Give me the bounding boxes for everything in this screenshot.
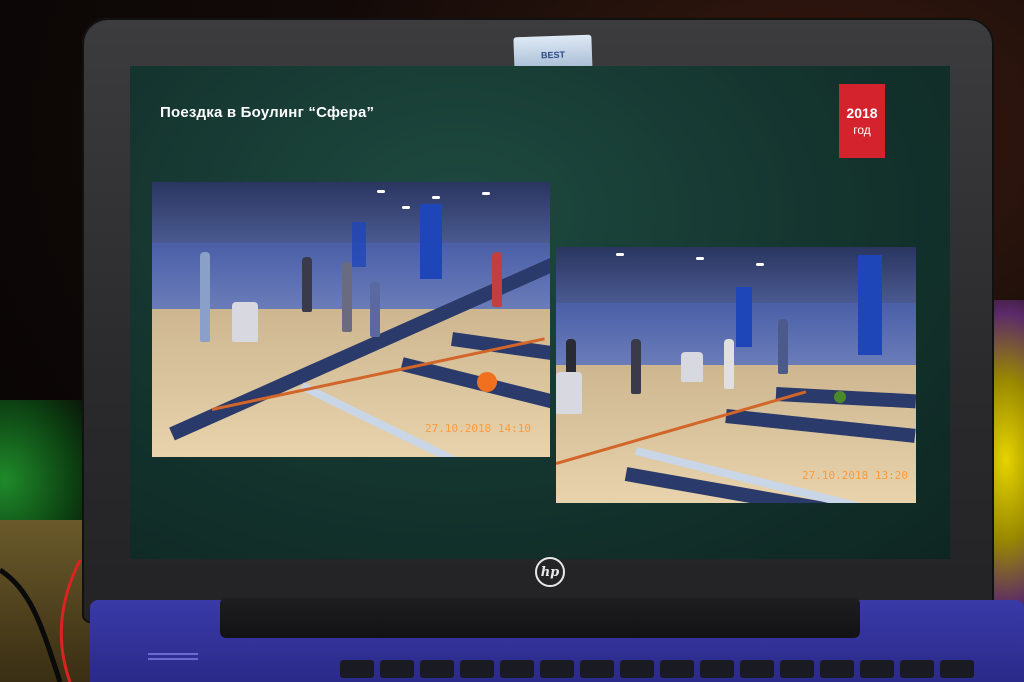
- person: [370, 282, 380, 337]
- photo-timestamp: 27.10.2018 14:10: [425, 422, 531, 435]
- keyboard-key: [700, 660, 734, 678]
- year-number: 2018: [846, 105, 878, 121]
- ceiling-light: [432, 196, 440, 199]
- photo-timestamp: 27.10.2018 13:20: [802, 469, 908, 482]
- person-wheelchair: [342, 262, 352, 332]
- ceiling-light: [402, 206, 410, 209]
- person: [724, 339, 734, 389]
- ceiling-light: [696, 257, 704, 260]
- laptop-screen: Поездка в Боулинг “Сфера” 2018 год 27.10…: [130, 66, 950, 559]
- year-badge: 2018 год: [839, 84, 885, 158]
- keyboard-key: [580, 660, 614, 678]
- blue-pillar: [420, 204, 442, 279]
- ceiling-light: [616, 253, 624, 256]
- blue-pillar: [858, 255, 882, 355]
- photo-ceiling: [152, 182, 550, 243]
- keyboard-key: [420, 660, 454, 678]
- bowling-photo-1: 27.10.2018 14:10: [152, 182, 550, 457]
- keyboard-key: [900, 660, 934, 678]
- person: [200, 252, 210, 342]
- keyboard-key: [940, 660, 974, 678]
- laptop-hinge: [220, 598, 860, 638]
- person-wheelchair: [631, 339, 641, 394]
- hp-logo-icon: hp: [535, 557, 565, 587]
- slide-title: Поездка в Боулинг “Сфера”: [160, 104, 375, 121]
- person: [492, 252, 502, 307]
- ceiling-light: [482, 192, 490, 195]
- bowling-photo-2: 27.10.2018 13:20: [556, 247, 916, 503]
- keyboard-key: [660, 660, 694, 678]
- keyboard-key: [780, 660, 814, 678]
- sticker-text: BEST: [540, 49, 566, 61]
- keyboard-key: [860, 660, 894, 678]
- bowling-ball: [477, 372, 497, 392]
- bowling-ball: [834, 391, 846, 403]
- keyboard-key: [380, 660, 414, 678]
- keyboard-key: [460, 660, 494, 678]
- blue-pillar: [736, 287, 752, 347]
- keyboard-key: [820, 660, 854, 678]
- speaker-grille: [148, 650, 198, 664]
- brand-text: hp: [540, 564, 560, 580]
- ball-return-machine: [681, 352, 703, 382]
- person: [302, 257, 312, 312]
- person: [778, 319, 788, 374]
- power-cable: [0, 560, 82, 682]
- year-label: год: [853, 123, 871, 137]
- keyboard-key: [340, 660, 374, 678]
- blue-pillar: [352, 222, 366, 267]
- keyboard-key: [540, 660, 574, 678]
- keyboard-key: [620, 660, 654, 678]
- ceiling-light: [756, 263, 764, 266]
- ceiling-light: [377, 190, 385, 193]
- ball-return-machine: [556, 372, 582, 414]
- ball-return-machine: [232, 302, 258, 342]
- keyboard-key: [500, 660, 534, 678]
- keyboard-key: [740, 660, 774, 678]
